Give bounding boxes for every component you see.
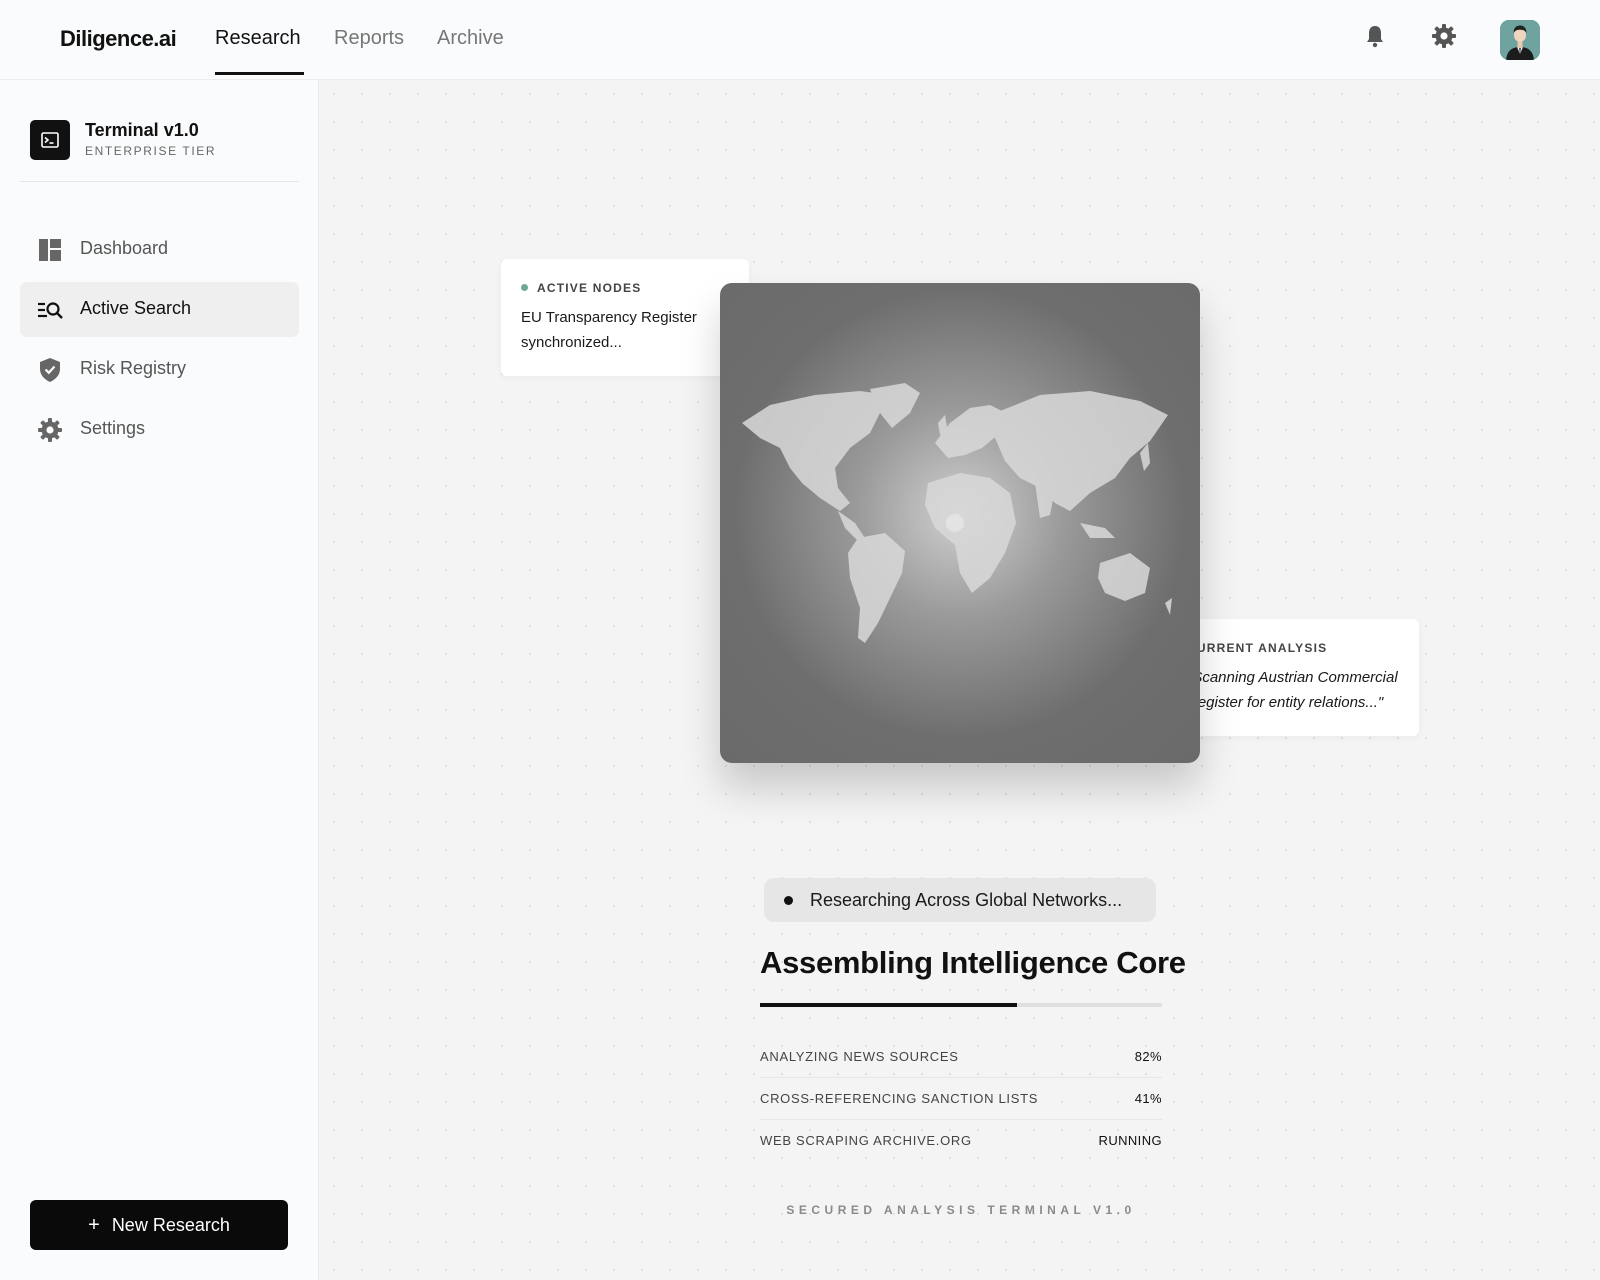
sidebar-item-label: Active Search	[80, 298, 192, 318]
tab-reports[interactable]: Reports	[334, 27, 404, 50]
sidebar-item-settings[interactable]: Settings	[20, 402, 299, 457]
new-research-label: New Research	[111, 1214, 230, 1235]
task-value: 41%	[1134, 1091, 1162, 1106]
task-row: CROSS-REFERENCING SANCTION LISTS 41%	[760, 1078, 1162, 1120]
task-row: ANALYZING NEWS SOURCES 82%	[760, 1036, 1162, 1078]
divider	[20, 181, 299, 182]
brand-tier: ENTERPRISE TIER	[85, 144, 217, 158]
tab-archive[interactable]: Archive	[437, 27, 504, 50]
task-value: 82%	[1134, 1049, 1162, 1064]
app-logo[interactable]: Diligence.ai	[60, 26, 177, 52]
status-pill: Researching Across Global Networks...	[764, 878, 1156, 922]
task-label: ANALYZING NEWS SOURCES	[760, 1049, 959, 1064]
active-nodes-title: ACTIVE NODES	[521, 281, 729, 295]
current-analysis-title: CURRENT ANALYSIS	[1187, 641, 1328, 655]
task-label: CROSS-REFERENCING SANCTION LISTS	[760, 1091, 1039, 1106]
bell-icon[interactable]	[1361, 22, 1389, 50]
task-row: WEB SCRAPING ARCHIVE.ORG RUNNING	[760, 1120, 1162, 1162]
shield-icon	[36, 356, 64, 384]
sidebar-item-dashboard[interactable]: Dashboard	[20, 222, 299, 277]
tab-research[interactable]: Research	[215, 27, 301, 50]
task-value: RUNNING	[1098, 1133, 1162, 1148]
gear-icon	[36, 416, 64, 444]
world-map-visual	[720, 283, 1200, 763]
sidebar-item-label: Risk Registry	[80, 358, 187, 378]
status-text: Researching Across Global Networks...	[810, 889, 1123, 910]
brand-name: Terminal v1.0	[85, 120, 199, 140]
current-analysis-text: "Scanning Austrian Commercial Register f…	[1187, 669, 1398, 711]
terminal-icon	[30, 120, 70, 160]
active-nodes-text: EU Transparency Register synchronized...	[521, 309, 697, 351]
sidebar: Terminal v1.0 ENTERPRISE TIER Dashboard …	[0, 80, 319, 1280]
active-tab-indicator	[215, 72, 304, 75]
sidebar-item-label: Settings	[80, 418, 146, 438]
sidebar-item-label: Dashboard	[80, 238, 169, 258]
user-avatar[interactable]	[1500, 20, 1540, 60]
gear-icon[interactable]	[1430, 22, 1458, 50]
page-title: Assembling Intelligence Core	[760, 945, 1186, 980]
status-dot	[784, 895, 793, 905]
search-list-icon	[36, 296, 64, 324]
footer-text: SECURED ANALYSIS TERMINAL V1.0	[786, 1203, 1136, 1217]
dashboard-icon	[36, 236, 64, 264]
task-label: WEB SCRAPING ARCHIVE.ORG	[760, 1133, 972, 1148]
top-navigation-bar: Diligence.ai Research Reports Archive	[0, 0, 1600, 80]
active-nodes-card: ACTIVE NODES EU Transparency Register sy…	[501, 259, 749, 376]
plus-icon: +	[88, 1213, 100, 1236]
progress-bar	[760, 1003, 1162, 1007]
progress-fill	[760, 1003, 1018, 1007]
world-map-icon	[742, 383, 1172, 643]
sidebar-item-risk-registry[interactable]: Risk Registry	[20, 342, 299, 397]
sidebar-item-active-search[interactable]: Active Search	[20, 282, 299, 337]
status-dot	[521, 284, 528, 291]
new-research-button[interactable]: + New Research	[30, 1200, 288, 1250]
